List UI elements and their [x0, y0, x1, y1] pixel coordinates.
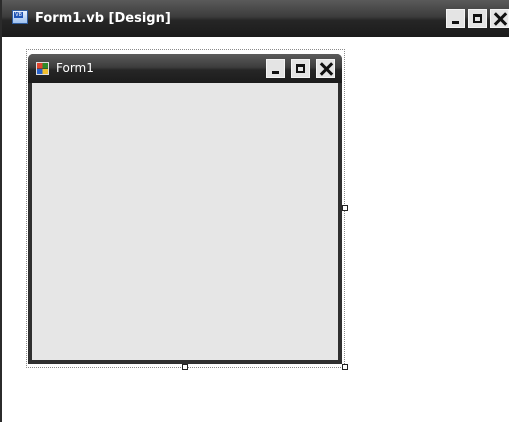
form1-maximize-button[interactable]: [291, 59, 310, 78]
form1-title-bar[interactable]: Form1: [28, 54, 342, 83]
designer-close-button[interactable]: [490, 9, 509, 28]
form1-title: Form1: [56, 61, 94, 75]
designer-title-bar[interactable]: VB Form1.vb [Design]: [2, 0, 509, 37]
designer-maximize-button[interactable]: [468, 9, 487, 28]
form1-client-area[interactable]: [32, 83, 338, 360]
resize-handle-bottom-right[interactable]: [342, 364, 348, 370]
form-icon: [36, 62, 49, 75]
resize-handle-bottom[interactable]: [182, 364, 188, 370]
form1-minimize-button[interactable]: [266, 59, 285, 78]
form1-close-button[interactable]: [316, 59, 335, 78]
vb-file-icon: VB: [12, 10, 28, 24]
designer-minimize-button[interactable]: [446, 9, 465, 28]
designer-title: Form1.vb [Design]: [35, 11, 171, 26]
designer-window: VB Form1.vb [Design] Form1: [0, 0, 509, 422]
resize-handle-right[interactable]: [342, 205, 348, 211]
form1-window[interactable]: Form1: [28, 54, 342, 364]
